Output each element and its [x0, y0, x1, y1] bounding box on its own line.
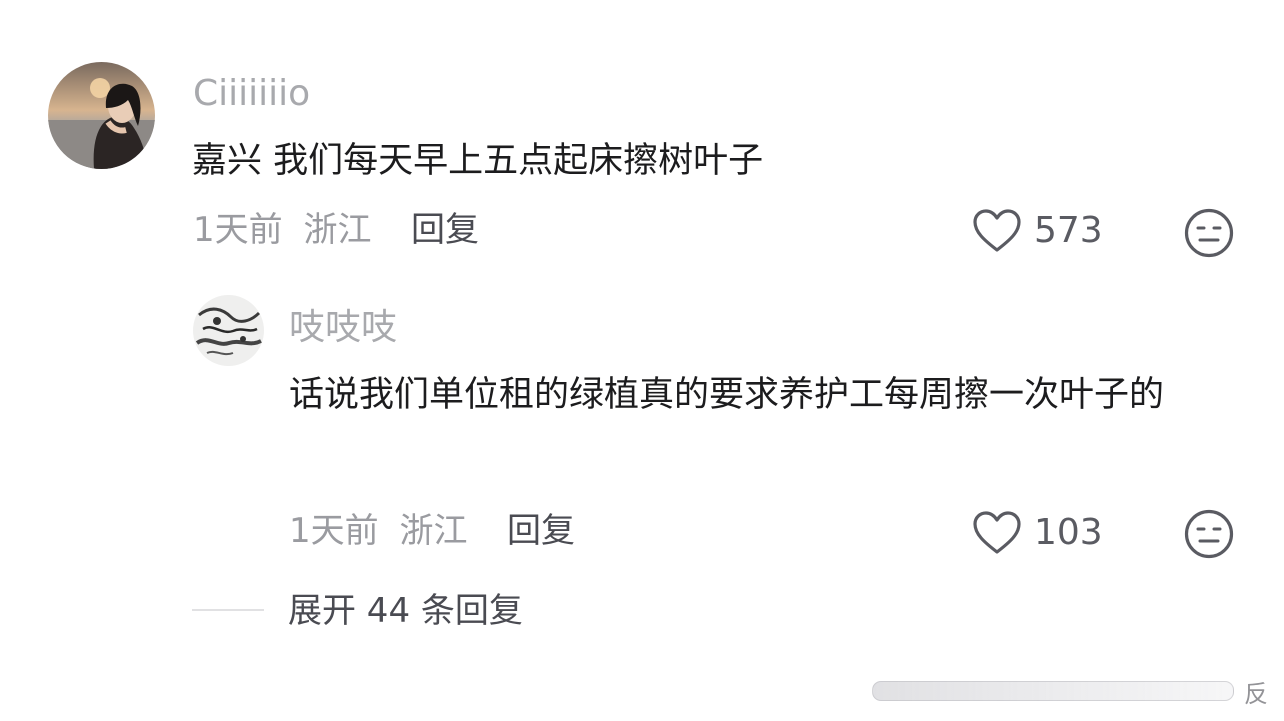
weibo-watermark-icon [872, 681, 1234, 701]
comment-reply-button[interactable]: 回复 [411, 208, 479, 252]
comment-thread: Ciiiiiiio 嘉兴 我们每天早上五点起床擦树叶子 1天前 浙江 回复 57… [0, 0, 1284, 721]
expand-divider [192, 609, 264, 611]
ink-painting-photo [193, 295, 264, 366]
expand-replies-button[interactable]: 展开 44 条回复 [288, 589, 523, 633]
comment-like-count: 573 [1034, 210, 1103, 251]
reply-time: 1天前 [289, 511, 379, 551]
reply-username[interactable]: 吱吱吱 [289, 306, 397, 350]
neutral-face-icon [1184, 208, 1234, 258]
comment-meta: 1天前 浙江 [193, 208, 371, 252]
comment-text: 嘉兴 我们每天早上五点起床擦树叶子 [192, 141, 764, 181]
reply-meta: 1天前 浙江 [289, 509, 467, 553]
watermark: 反 [872, 676, 1272, 708]
comment-username[interactable]: Ciiiiiiio [193, 72, 310, 116]
neutral-face-icon [1184, 509, 1234, 559]
comment-location: 浙江 [303, 210, 372, 250]
reply-like-count: 103 [1034, 512, 1103, 553]
heart-outline-icon [973, 511, 1021, 554]
reply-location: 浙江 [399, 511, 468, 551]
reply-like-button[interactable]: 103 [972, 510, 1103, 556]
watermark-text: 反 [1244, 679, 1268, 708]
comment-dislike-button[interactable] [1183, 207, 1235, 259]
reply-reply-button[interactable]: 回复 [507, 509, 575, 553]
reply-dislike-button[interactable] [1183, 508, 1235, 560]
user-photo [48, 62, 155, 169]
reply-avatar[interactable] [193, 295, 264, 366]
heart-outline-icon [973, 209, 1021, 252]
reply-text: 话说我们单位租的绿植真的要求养护工每周擦一次叶子的 [289, 375, 1165, 415]
avatar[interactable] [48, 62, 155, 169]
comment-like-button[interactable]: 573 [972, 208, 1103, 254]
comment-time: 1天前 [193, 210, 283, 250]
